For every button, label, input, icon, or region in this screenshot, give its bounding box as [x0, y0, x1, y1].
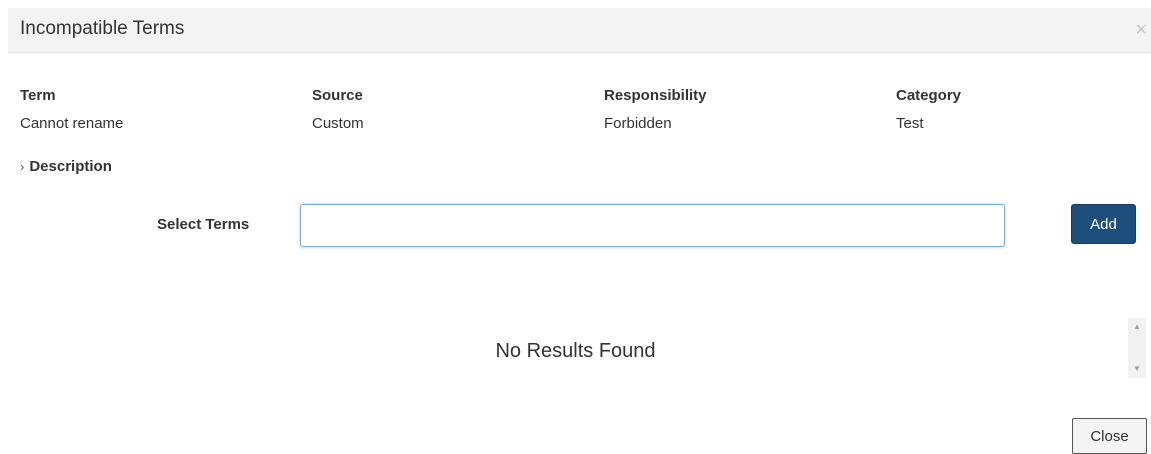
source-label: Source [312, 87, 363, 104]
close-icon[interactable]: × [1135, 20, 1147, 40]
results-scrollbar[interactable]: ▲ ▼ [1128, 318, 1146, 378]
arrow-up-icon[interactable]: ▲ [1128, 322, 1146, 332]
dialog-header: Incompatible Terms × [8, 8, 1151, 53]
category-info: Category Test [896, 86, 961, 134]
category-label: Category [896, 87, 962, 104]
arrow-down-icon[interactable]: ▼ [1128, 364, 1146, 374]
term-value: Cannot rename [20, 115, 124, 132]
close-button[interactable]: Close [1072, 418, 1147, 454]
source-value: Custom [312, 115, 364, 132]
description-toggle[interactable]: › Description [20, 158, 112, 175]
no-results-message: No Results Found [495, 340, 656, 362]
incompatible-terms-dialog: Incompatible Terms × Term Cannot rename … [0, 0, 1151, 454]
category-value: Test [896, 115, 924, 132]
select-terms-label: Select Terms [157, 216, 250, 233]
dialog-title: Incompatible Terms [20, 18, 185, 39]
chevron-right-icon: › [20, 159, 25, 174]
select-terms-input[interactable] [300, 204, 1005, 247]
term-info: Term Cannot rename [20, 86, 123, 134]
responsibility-value: Forbidden [604, 115, 672, 132]
description-label: Description [29, 158, 112, 175]
term-label: Term [20, 87, 56, 104]
add-button[interactable]: Add [1071, 204, 1136, 244]
source-info: Source Custom [312, 86, 364, 134]
responsibility-label: Responsibility [604, 87, 707, 104]
responsibility-info: Responsibility Forbidden [604, 86, 707, 134]
